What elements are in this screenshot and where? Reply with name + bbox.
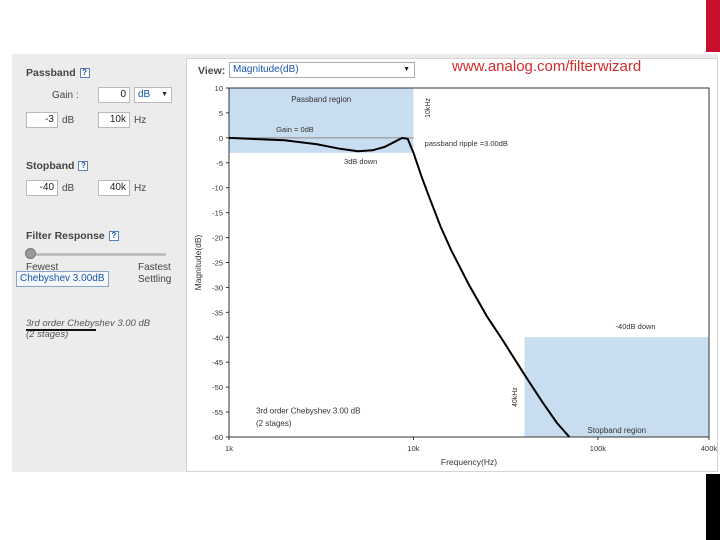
y-tick-label: 10 bbox=[215, 84, 223, 93]
slide-footer-bar bbox=[706, 474, 720, 540]
chart-annotation: Gain = 0dB bbox=[276, 125, 314, 134]
x-axis-label: Frequency(Hz) bbox=[441, 457, 497, 467]
chart-annotation: passband ripple =3.00dB bbox=[425, 139, 508, 148]
y-tick-label: -50 bbox=[212, 383, 223, 392]
y-tick-label: -45 bbox=[212, 358, 223, 367]
response-slider-track[interactable] bbox=[26, 253, 166, 256]
chart-annotation: 10kHz bbox=[425, 98, 432, 118]
passband-title: Passband? bbox=[26, 67, 90, 79]
stopband-title: Stopband? bbox=[26, 160, 89, 172]
stopband-region-label: Stopband region bbox=[587, 426, 646, 435]
y-tick-label: -55 bbox=[212, 408, 223, 417]
stopband-freq-input[interactable]: 40k bbox=[98, 180, 130, 196]
gain-label: Gain : bbox=[52, 90, 79, 101]
gain-unit-select[interactable]: dB ▼ bbox=[134, 87, 172, 103]
y-tick-label: -35 bbox=[212, 308, 223, 317]
slider-right-label-2: Settling bbox=[138, 274, 172, 285]
x-tick-label: 400k bbox=[701, 444, 717, 453]
passband-help-icon[interactable]: ? bbox=[79, 68, 90, 78]
chart-annotation: 3rd order Chebyshev 3.00 dB bbox=[256, 407, 361, 416]
stopband-freq-unit: Hz bbox=[134, 183, 147, 194]
y-tick-label: 5 bbox=[219, 109, 223, 118]
y-tick-label: -40 bbox=[212, 333, 223, 342]
passband-ripple-input[interactable]: -3 bbox=[26, 112, 58, 128]
x-tick-label: 10k bbox=[407, 444, 419, 453]
brand-accent-bar bbox=[706, 0, 720, 52]
filter-summary-line-1: 3rd order Chebyshev 3.00 dB bbox=[26, 318, 151, 329]
y-tick-label: -10 bbox=[212, 184, 223, 193]
summary-underline bbox=[26, 329, 96, 331]
chart-annotation: -40dB down bbox=[616, 322, 656, 331]
magnitude-chart: 1050-5-10-15-20-25-30-35-40-45-50-55-601… bbox=[193, 84, 717, 467]
y-tick-label: -30 bbox=[212, 283, 223, 292]
passband-ripple-unit: dB bbox=[62, 115, 75, 126]
y-tick-label: 0 bbox=[219, 134, 223, 143]
filter-response-help-icon[interactable]: ? bbox=[108, 231, 119, 241]
settings-panel: Passband? Gain : 0 dB ▼ -3 dB 10k Hz Stop… bbox=[12, 54, 182, 472]
region-1 bbox=[524, 337, 709, 437]
y-tick-label: -20 bbox=[212, 234, 223, 243]
y-tick-label: -15 bbox=[212, 209, 223, 218]
y-tick-label: -60 bbox=[212, 433, 223, 442]
selected-response-tooltip: Chebyshev 3.00dB bbox=[16, 271, 109, 287]
stopband-atten-unit: dB bbox=[62, 183, 75, 194]
stopband-help-icon[interactable]: ? bbox=[78, 161, 89, 171]
slider-right-label-1: Fastest bbox=[138, 262, 171, 273]
x-tick-label: 1k bbox=[225, 444, 233, 453]
gain-input[interactable]: 0 bbox=[98, 87, 130, 103]
y-tick-label: -25 bbox=[212, 259, 223, 268]
filter-response-title: Filter Response? bbox=[26, 230, 119, 242]
chevron-down-icon: ▼ bbox=[161, 91, 168, 98]
chart-annotation: (2 stages) bbox=[256, 419, 292, 428]
filter-wizard-app: Passband? Gain : 0 dB ▼ -3 dB 10k Hz Stop… bbox=[12, 54, 718, 472]
response-slider-handle[interactable] bbox=[25, 248, 36, 259]
y-tick-label: -5 bbox=[216, 159, 223, 168]
y-axis-label: Magnitude(dB) bbox=[193, 234, 203, 290]
passband-freq-input[interactable]: 10k bbox=[98, 112, 130, 128]
plot-panel: View: Magnitude(dB) ▼ www.analog.com/filt… bbox=[186, 58, 718, 472]
chart-annotation: 3dB down bbox=[344, 157, 377, 166]
stopband-atten-input[interactable]: -40 bbox=[26, 180, 58, 196]
passband-region-label: Passband region bbox=[291, 95, 351, 104]
chart-annotation: 40kHz bbox=[512, 387, 519, 407]
passband-freq-unit: Hz bbox=[134, 115, 147, 126]
x-tick-label: 100k bbox=[590, 444, 607, 453]
